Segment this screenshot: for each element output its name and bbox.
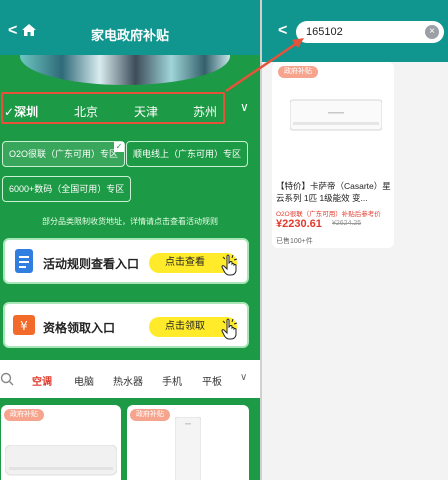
tag-digital[interactable]: 6000+数码（全国可用）专区 [2, 176, 132, 202]
left-panel: < 家电政府补贴 ✓深圳 北京 天津 苏州 ∨ O2O很联（广东可用）专区 ✓ … [0, 0, 260, 480]
tag-o2o[interactable]: O2O很联（广东可用）专区 ✓ [2, 141, 126, 167]
highlight-box [1, 92, 225, 124]
qualification-card[interactable]: ¥ 资格领取入口 点击领取 [3, 302, 249, 348]
product-card[interactable]: 政府补贴 [127, 405, 249, 480]
category-tabs: 空调 电脑 热水器 手机 平板 ∨ [0, 360, 260, 398]
search-icon[interactable] [0, 372, 14, 386]
notice-text: 部分品类限制收货地址，详情请点击查看活动规则 [42, 217, 218, 226]
banner [0, 55, 260, 97]
check-icon: ✓ [114, 142, 125, 152]
clear-icon[interactable]: × [425, 25, 439, 39]
left-header: < 家电政府补贴 [0, 0, 260, 62]
hand-pointer-icon [221, 254, 238, 276]
chevron-down-icon[interactable]: ∨ [240, 372, 247, 383]
subsidy-badge: 政府补贴 [278, 66, 318, 78]
category-tab-ac[interactable]: 空调 [32, 373, 52, 388]
page-title: 家电政府补贴 [90, 28, 169, 43]
ticket-icon: ¥ [13, 315, 35, 335]
sold-count: 已售100+件 [276, 238, 313, 245]
category-tab-tablet[interactable]: 平板 [202, 373, 222, 388]
search-query: 165102 [306, 26, 343, 38]
category-tab-phone[interactable]: 手机 [162, 373, 182, 388]
back-icon[interactable]: < [278, 22, 287, 40]
document-icon [15, 249, 33, 273]
original-price: ¥2624.25 [332, 220, 362, 227]
search-header: < 165102 × [262, 0, 448, 62]
svg-text:¥: ¥ [20, 319, 28, 333]
product-grid: 政府补贴 政府补贴 [0, 398, 260, 480]
search-input[interactable]: 165102 × [296, 21, 444, 43]
hand-pointer-icon [221, 318, 238, 340]
price-note: O2O很联（广东可用）补贴后参考价 [276, 211, 381, 218]
product-image-ac [290, 99, 382, 131]
qualification-label: 资格领取入口 [43, 321, 116, 335]
subsidy-badge: 政府补贴 [130, 409, 170, 421]
product-image-ac [5, 445, 117, 476]
rules-card[interactable]: 活动规则查看入口 点击查看 [3, 238, 249, 284]
right-panel: < 165102 × 政府补贴 【特价】卡萨帝（Casarte）星云系列 1匹 … [262, 0, 448, 480]
rules-label: 活动规则查看入口 [43, 257, 140, 271]
search-result-card[interactable]: 政府补贴 【特价】卡萨帝（Casarte）星云系列 1匹 1级能效 变... O… [272, 62, 394, 248]
banner-image [20, 55, 230, 85]
product-price: ¥2230.61 [276, 218, 322, 230]
chevron-down-icon[interactable]: ∨ [240, 100, 249, 114]
product-image-tower-ac [175, 417, 201, 480]
category-tab-water-heater[interactable]: 热水器 [113, 373, 143, 388]
tag-shundian[interactable]: 顺电线上（广东可用）专区 [126, 141, 249, 167]
category-tab-computer[interactable]: 电脑 [74, 373, 94, 388]
product-card[interactable]: 政府补贴 [1, 405, 121, 480]
subsidy-badge: 政府补贴 [4, 409, 44, 421]
product-name[interactable]: 【特价】卡萨帝（Casarte）星云系列 1匹 1级能效 变... [276, 180, 392, 204]
